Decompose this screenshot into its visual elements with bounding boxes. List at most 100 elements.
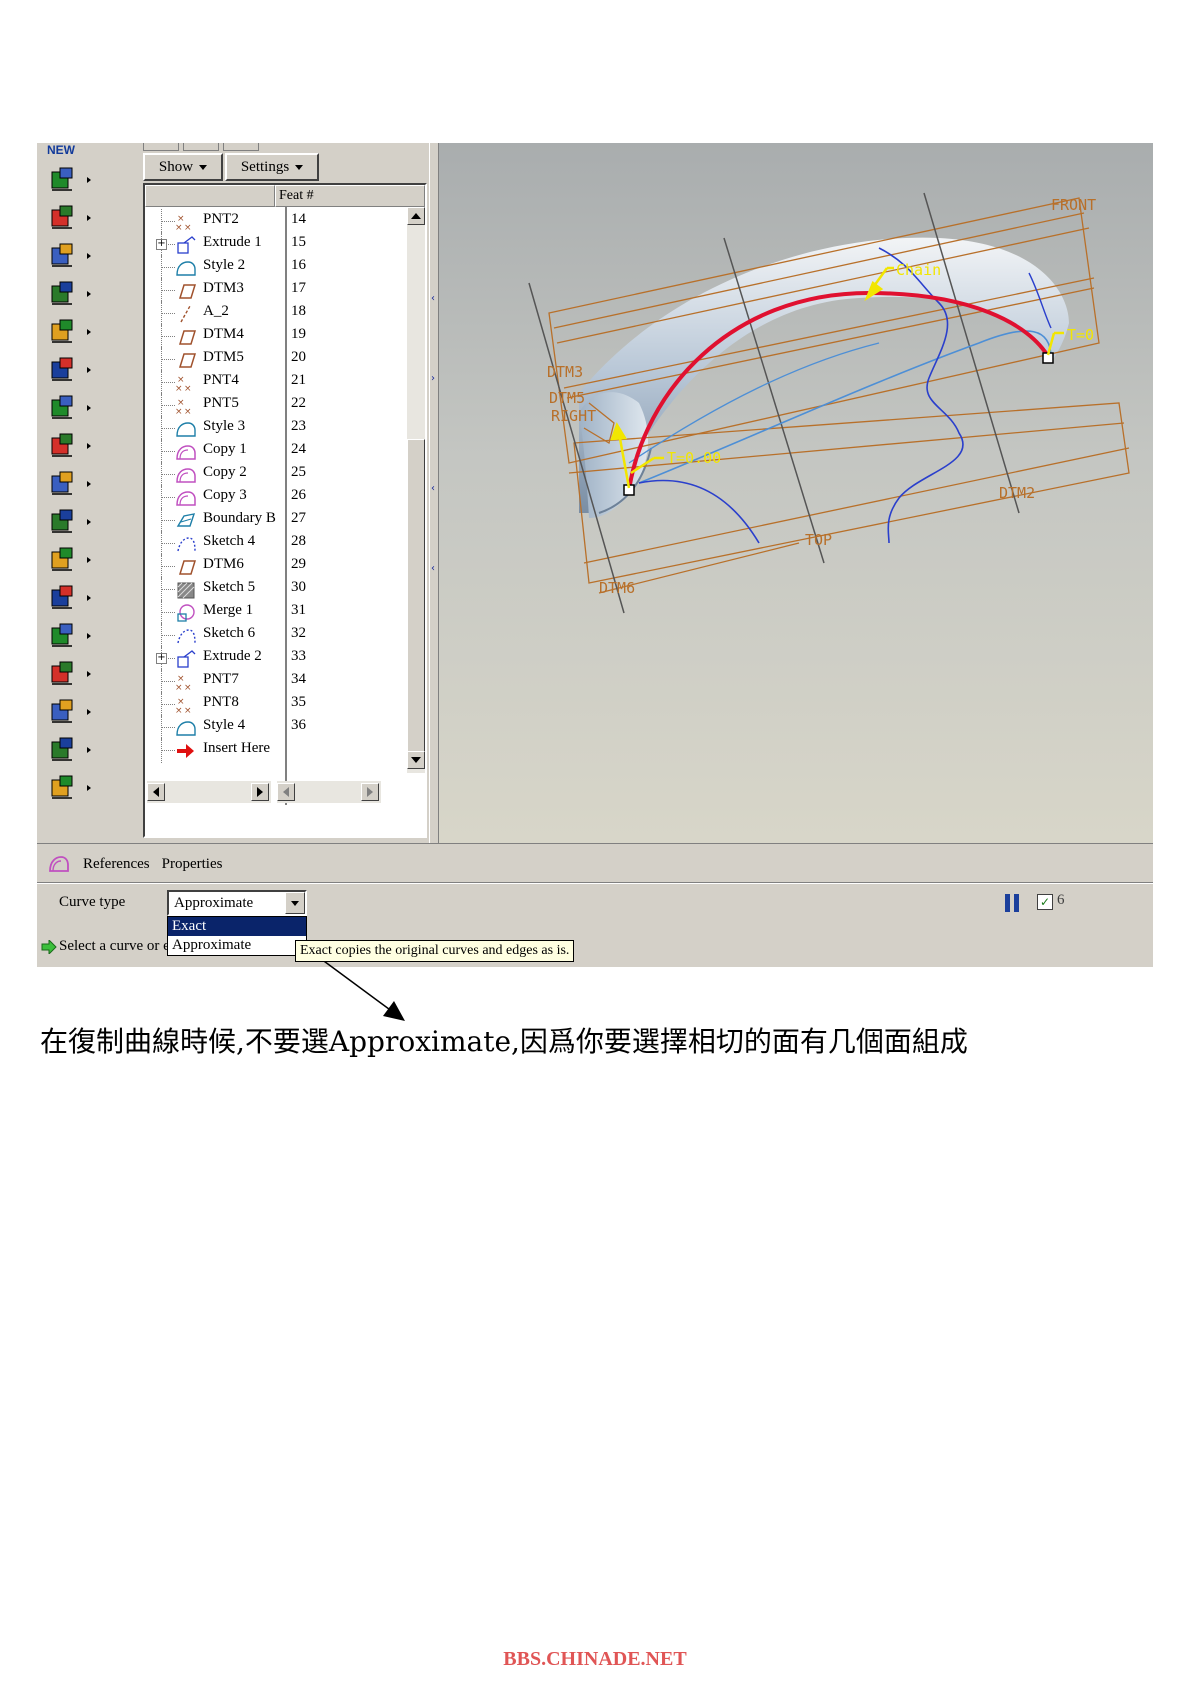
flyout-arrow-icon[interactable] [87, 671, 91, 677]
toolbar-button-12[interactable] [47, 583, 77, 613]
tree-row[interactable]: × × × PNT2 14 [145, 209, 390, 234]
tree-row[interactable]: Copy 3 26 [145, 485, 390, 510]
tree-row[interactable]: Sketch 5 30 [145, 577, 390, 602]
toolbar-button-8[interactable] [47, 431, 77, 461]
datum-point-icon: ×× × [175, 398, 192, 417]
toolbar-button-13[interactable] [47, 621, 77, 651]
tree-row[interactable]: Boundary B 27 [145, 508, 390, 533]
scroll-right-button[interactable] [251, 783, 269, 801]
flyout-arrow-icon[interactable] [87, 747, 91, 753]
flyout-arrow-icon[interactable] [87, 177, 91, 183]
scroll-down-button[interactable] [407, 751, 425, 769]
tree-row[interactable]: Style 4 36 [145, 715, 390, 740]
flyout-arrow-icon[interactable] [87, 405, 91, 411]
curve-type-dropdown-button[interactable] [285, 892, 305, 914]
flyout-arrow-icon[interactable] [87, 215, 91, 221]
collapse-left-icon[interactable]: ‹ [431, 293, 435, 304]
toolbar-button-14[interactable] [47, 659, 77, 689]
tree-row[interactable]: DTM4 19 [145, 324, 390, 349]
flyout-arrow-icon[interactable] [87, 785, 91, 791]
tree-row[interactable]: Style 2 16 [145, 255, 390, 280]
curve-type-select[interactable]: Approximate [167, 890, 307, 916]
option-exact[interactable]: Exact [168, 917, 306, 936]
tree-vertical-scrollbar[interactable] [407, 207, 425, 773]
scroll-thumb[interactable] [407, 439, 425, 759]
toolbar-button-4[interactable] [47, 279, 77, 309]
preview-icon[interactable]: 6 [1057, 892, 1065, 909]
toolbar-button-6[interactable] [47, 355, 77, 385]
feature-name: Extrude 1 [203, 234, 262, 250]
toolbar-button-15[interactable] [47, 697, 77, 727]
tree-row[interactable]: Merge 1 31 [145, 600, 390, 625]
tree-row[interactable]: Sketch 4 28 [145, 531, 390, 556]
option-approximate[interactable]: Approximate [168, 936, 306, 955]
preview-checkbox[interactable]: ✓ [1037, 894, 1053, 910]
navigator-tab-model-tree[interactable] [143, 143, 179, 151]
datum-point-icon: ×× × [175, 375, 192, 394]
tree-row[interactable]: + Extrude 1 15 [145, 232, 390, 257]
flyout-arrow-icon[interactable] [87, 291, 91, 297]
flyout-arrow-icon[interactable] [87, 443, 91, 449]
toolbar-button-17[interactable] [47, 773, 77, 803]
show-menu-button[interactable]: Show [143, 153, 223, 181]
style-feature-icon [176, 721, 196, 736]
expand-plus-icon[interactable]: + [156, 653, 167, 664]
tree-column-header-name[interactable] [145, 185, 275, 207]
tab-properties[interactable]: Properties [162, 856, 223, 873]
tree-row[interactable]: × × × PNT5 22 [145, 393, 390, 418]
tree-column-header-feat-num[interactable]: Feat # [275, 185, 425, 207]
pause-button[interactable] [1005, 894, 1021, 912]
toolbar-button-10[interactable] [47, 507, 77, 537]
toolbar-button-16[interactable] [47, 735, 77, 765]
toolbar-button-11[interactable] [47, 545, 77, 575]
extrude-icon [177, 650, 196, 668]
tree-row[interactable]: × × × PNT4 21 [145, 370, 390, 395]
flyout-arrow-icon[interactable] [87, 557, 91, 563]
scroll-right-button-2[interactable] [361, 783, 379, 801]
tree-row[interactable]: + Extrude 2 33 [145, 646, 390, 671]
tree-horizontal-scrollbar-right[interactable] [277, 781, 381, 803]
toolbar-button-5[interactable] [47, 317, 77, 347]
tree-row[interactable]: Sketch 6 32 [145, 623, 390, 648]
toolbar-button-1[interactable] [47, 165, 77, 195]
tree-row[interactable]: A_2 18 [145, 301, 390, 326]
scroll-up-button[interactable] [407, 207, 425, 225]
model-3d-view: FRONT Chain T=0 T=0.00 DTM3 DTM5 RIGHT D… [528, 192, 1130, 614]
tree-row[interactable]: Style 3 23 [145, 416, 390, 441]
arrow-left-icon [283, 787, 289, 797]
flyout-arrow-icon[interactable] [87, 481, 91, 487]
collapse-left-icon[interactable]: ‹ [431, 483, 435, 494]
scroll-left-button[interactable] [147, 783, 165, 801]
toolbar-button-3[interactable] [47, 241, 77, 271]
flyout-arrow-icon[interactable] [87, 253, 91, 259]
panel-splitter[interactable]: ‹ › ‹ ‹ [429, 143, 439, 843]
navigator-tab-folder[interactable] [183, 143, 219, 151]
toolbar-button-9[interactable] [47, 469, 77, 499]
graphics-window[interactable]: FRONT Chain T=0 T=0.00 DTM3 DTM5 RIGHT D… [439, 143, 1153, 843]
tree-row[interactable]: DTM3 17 [145, 278, 390, 303]
tree-row[interactable]: DTM6 29 [145, 554, 390, 579]
tree-row[interactable]: Insert Here [145, 738, 390, 763]
tree-row[interactable]: × × × PNT8 35 [145, 692, 390, 717]
flyout-arrow-icon[interactable] [87, 633, 91, 639]
expand-right-icon[interactable]: › [431, 373, 435, 384]
settings-menu-button[interactable]: Settings [225, 153, 319, 181]
flyout-arrow-icon[interactable] [87, 519, 91, 525]
flyout-arrow-icon[interactable] [87, 367, 91, 373]
flyout-arrow-icon[interactable] [87, 595, 91, 601]
tree-row[interactable]: DTM5 20 [145, 347, 390, 372]
flyout-arrow-icon[interactable] [87, 329, 91, 335]
expand-plus-icon[interactable]: + [156, 239, 167, 250]
navigator-tab-favorites[interactable] [223, 143, 259, 151]
toolbar-button-7[interactable] [47, 393, 77, 423]
tree-row[interactable]: Copy 2 25 [145, 462, 390, 487]
collapse-left-icon[interactable]: ‹ [431, 563, 435, 574]
feature-name: PNT8 [203, 694, 239, 710]
tree-row[interactable]: Copy 1 24 [145, 439, 390, 464]
tab-references[interactable]: References [83, 856, 150, 873]
scroll-left-button-2[interactable] [277, 783, 295, 801]
tree-row[interactable]: × × × PNT7 34 [145, 669, 390, 694]
tree-horizontal-scrollbar-left[interactable] [147, 781, 271, 803]
flyout-arrow-icon[interactable] [87, 709, 91, 715]
toolbar-button-2[interactable] [47, 203, 77, 233]
